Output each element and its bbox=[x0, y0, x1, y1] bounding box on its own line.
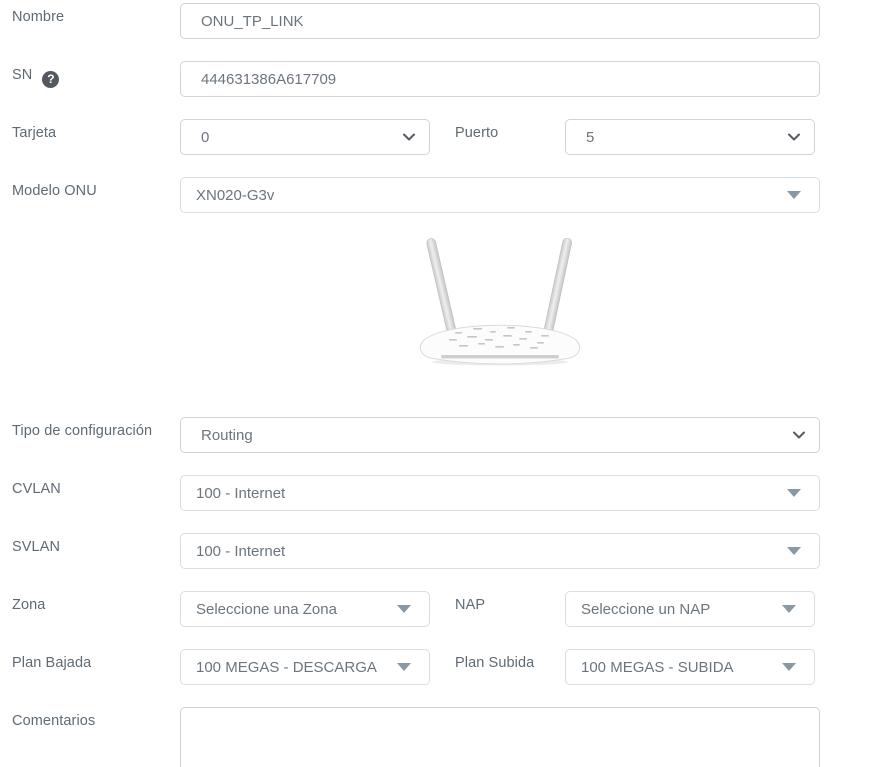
puerto-label: Puerto bbox=[455, 119, 565, 141]
plan-subida-select[interactable]: 100 MEGAS - SUBIDA bbox=[565, 649, 815, 685]
form-row-zona-nap: Zona Seleccione una Zona NAP Seleccione … bbox=[12, 591, 879, 627]
zona-placeholder: Seleccione una Zona bbox=[196, 601, 337, 618]
plan-bajada-select[interactable]: 100 MEGAS - DESCARGA bbox=[180, 649, 430, 685]
tarjeta-label: Tarjeta bbox=[12, 119, 180, 141]
tarjeta-select[interactable]: 0 bbox=[180, 119, 430, 155]
cvlan-selected-value: 100 - Internet bbox=[196, 485, 285, 502]
left-antenna bbox=[426, 238, 457, 337]
device-vent-strip bbox=[441, 355, 559, 358]
caret-down-icon bbox=[782, 663, 796, 671]
chevron-down-icon bbox=[788, 133, 800, 141]
comentarios-textarea[interactable] bbox=[180, 707, 820, 767]
form-row-svlan: SVLAN 100 - Internet bbox=[12, 533, 879, 569]
form-row-cvlan: CVLAN 100 - Internet bbox=[12, 475, 879, 511]
caret-down-icon bbox=[397, 605, 411, 613]
sn-input[interactable] bbox=[180, 61, 820, 97]
onu-device-image bbox=[415, 235, 585, 367]
modelo-onu-label: Modelo ONU bbox=[12, 177, 180, 199]
modelo-onu-select[interactable]: XN020-G3v bbox=[180, 177, 820, 213]
sn-label: SN ? bbox=[12, 61, 180, 88]
caret-down-icon bbox=[782, 605, 796, 613]
nap-placeholder: Seleccione un NAP bbox=[581, 601, 710, 618]
form-row-tipo-configuracion: Tipo de configuración Routing bbox=[12, 417, 879, 453]
comentarios-label: Comentarios bbox=[12, 707, 180, 729]
sn-label-text: SN bbox=[12, 67, 32, 83]
svlan-label: SVLAN bbox=[12, 533, 180, 555]
svlan-selected-value: 100 - Internet bbox=[196, 543, 285, 560]
nombre-input[interactable] bbox=[180, 3, 820, 39]
caret-down-icon bbox=[787, 547, 801, 555]
chevron-down-icon bbox=[403, 133, 415, 141]
caret-down-icon bbox=[787, 191, 801, 199]
zona-select[interactable]: Seleccione una Zona bbox=[180, 591, 430, 627]
right-antenna bbox=[543, 237, 573, 337]
puerto-selected-value: 5 bbox=[586, 129, 594, 146]
plan-bajada-selected-value: 100 MEGAS - DESCARGA bbox=[196, 659, 377, 676]
caret-down-icon bbox=[397, 663, 411, 671]
zona-label: Zona bbox=[12, 591, 180, 613]
form-row-modelo-onu: Modelo ONU XN020-G3v bbox=[12, 177, 879, 213]
form-row-nombre: Nombre bbox=[12, 3, 879, 39]
nap-label: NAP bbox=[455, 591, 565, 613]
form-row-planes: Plan Bajada 100 MEGAS - DESCARGA Plan Su… bbox=[12, 649, 879, 685]
device-image-row bbox=[180, 235, 820, 367]
svlan-select[interactable]: 100 - Internet bbox=[180, 533, 820, 569]
chevron-down-icon bbox=[793, 431, 805, 439]
tarjeta-selected-value: 0 bbox=[201, 129, 209, 146]
nap-select[interactable]: Seleccione un NAP bbox=[565, 591, 815, 627]
plan-subida-label: Plan Subida bbox=[455, 649, 565, 671]
cvlan-select[interactable]: 100 - Internet bbox=[180, 475, 820, 511]
plan-subida-selected-value: 100 MEGAS - SUBIDA bbox=[581, 659, 734, 676]
help-icon[interactable]: ? bbox=[42, 71, 59, 88]
puerto-select[interactable]: 5 bbox=[565, 119, 815, 155]
tipo-configuracion-select[interactable]: Routing bbox=[180, 417, 820, 453]
form-row-comentarios: Comentarios bbox=[12, 707, 879, 767]
onu-config-form: Nombre SN ? Tarjeta 0 Puerto 5 Modelo ON… bbox=[0, 0, 879, 767]
form-row-sn: SN ? bbox=[12, 61, 879, 97]
plan-bajada-label: Plan Bajada bbox=[12, 649, 180, 671]
cvlan-label: CVLAN bbox=[12, 475, 180, 497]
tipo-configuracion-label: Tipo de configuración bbox=[12, 417, 180, 439]
caret-down-icon bbox=[787, 489, 801, 497]
tipo-configuracion-selected-value: Routing bbox=[201, 427, 253, 444]
form-row-tarjeta-puerto: Tarjeta 0 Puerto 5 bbox=[12, 119, 879, 155]
nombre-label: Nombre bbox=[12, 3, 180, 25]
modelo-onu-selected-value: XN020-G3v bbox=[196, 187, 274, 204]
